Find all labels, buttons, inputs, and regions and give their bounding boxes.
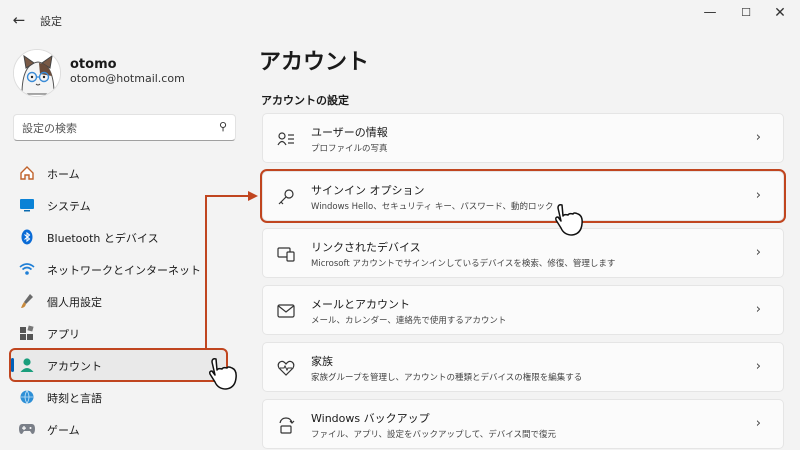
close-icon: ✕ (774, 5, 786, 21)
card-title: リンクされたデバイス (311, 241, 421, 254)
family-heart-icon (276, 358, 296, 378)
bluetooth-icon (18, 228, 36, 246)
card-windows-backup[interactable]: Windows バックアップ ファイル、アプリ、設定をバックアップして、デバイス… (262, 399, 784, 449)
sidebar-item-network[interactable]: ネットワークとインターネット (11, 254, 226, 284)
minimize-button[interactable]: — (698, 6, 722, 20)
sidebar-item-label: アカウント (47, 360, 102, 373)
home-icon (18, 164, 36, 182)
card-title: 家族 (311, 355, 333, 368)
apps-icon (18, 324, 36, 342)
card-title: メールとアカウント (311, 298, 410, 311)
card-description: Microsoft アカウントでサインインしているデバイスを検索、修復、管理しま… (311, 259, 616, 269)
sidebar-item-label: 個人用設定 (47, 296, 102, 309)
back-arrow-icon: ← (12, 11, 26, 29)
brush-icon (18, 292, 36, 310)
mail-icon (276, 301, 296, 321)
sidebar-item-label: ネットワークとインターネット (47, 264, 201, 277)
sidebar-item-accounts[interactable]: アカウント (9, 348, 228, 382)
card-description: ファイル、アプリ、設定をバックアップして、デバイス間で復元 (311, 430, 557, 440)
sidebar-item-system[interactable]: システム (11, 190, 226, 220)
card-description: プロファイルの写真 (311, 144, 388, 154)
avatar[interactable] (13, 49, 61, 97)
card-description: メール、カレンダー、連絡先で使用するアカウント (311, 316, 507, 326)
sidebar-item-label: ゲーム (47, 424, 80, 437)
page-title: アカウント (259, 50, 370, 75)
card-description: 家族グループを管理し、アカウントの種類とデバイスの権限を編集する (311, 373, 583, 383)
globe-clock-icon (18, 388, 36, 406)
back-button[interactable]: ← (8, 9, 30, 31)
card-email-accounts[interactable]: メールとアカウント メール、カレンダー、連絡先で使用するアカウント › (262, 285, 784, 335)
chevron-right-icon: › (755, 245, 761, 260)
wifi-icon (18, 260, 36, 278)
sidebar-item-apps[interactable]: アプリ (11, 318, 226, 348)
user-info-icon (276, 129, 296, 149)
sidebar-item-time-language[interactable]: 時刻と言語 (11, 382, 226, 412)
sidebar-item-gaming[interactable]: ゲーム (11, 414, 226, 444)
selection-indicator (11, 358, 14, 372)
chevron-right-icon: › (755, 359, 761, 374)
user-email: otomo@hotmail.com (70, 72, 185, 85)
section-title: アカウントの設定 (261, 94, 349, 107)
card-title: サインイン オプション (311, 184, 425, 197)
sidebar-item-personalization[interactable]: 個人用設定 (11, 286, 226, 316)
card-description: Windows Hello、セキュリティ キー、パスワード、動的ロック (311, 202, 554, 212)
chevron-right-icon: › (755, 188, 761, 203)
card-title: Windows バックアップ (311, 412, 430, 425)
search-input[interactable] (22, 120, 212, 136)
sidebar-item-label: Bluetooth とデバイス (47, 232, 159, 245)
minimize-icon: — (703, 5, 717, 20)
sidebar-item-home[interactable]: ホーム (11, 158, 226, 188)
sidebar-item-label: アプリ (47, 328, 80, 341)
sidebar-item-label: システム (47, 200, 91, 213)
card-family[interactable]: 家族 家族グループを管理し、アカウントの種類とデバイスの権限を編集する › (262, 342, 784, 392)
card-user-info[interactable]: ユーザーの情報 プロファイルの写真 › (262, 113, 784, 163)
user-name: otomo (70, 57, 117, 72)
close-button[interactable]: ✕ (768, 6, 792, 20)
card-linked-devices[interactable]: リンクされたデバイス Microsoft アカウントでサインインしているデバイス… (262, 228, 784, 278)
maximize-icon: ☐ (741, 6, 751, 19)
account-icon (18, 356, 36, 374)
chevron-right-icon: › (755, 416, 761, 431)
sidebar-item-label: ホーム (47, 168, 80, 181)
card-signin-options[interactable]: サインイン オプション Windows Hello、セキュリティ キー、パスワー… (260, 169, 786, 223)
search-box[interactable]: ⚲ (13, 114, 236, 141)
cat-avatar-icon (14, 50, 60, 96)
gamepad-icon (18, 420, 36, 438)
search-icon[interactable]: ⚲ (219, 120, 227, 133)
system-icon (18, 196, 36, 214)
sidebar-item-bluetooth[interactable]: Bluetooth とデバイス (11, 222, 226, 252)
backup-icon (276, 415, 296, 435)
key-icon (276, 187, 296, 207)
chevron-right-icon: › (755, 130, 761, 145)
card-title: ユーザーの情報 (311, 126, 388, 139)
title-bar: ← 設定 — ☐ ✕ (0, 0, 800, 40)
chevron-right-icon: › (755, 302, 761, 317)
maximize-button[interactable]: ☐ (734, 6, 758, 20)
linked-devices-icon (276, 244, 296, 264)
app-title: 設定 (40, 15, 62, 28)
sidebar-item-label: 時刻と言語 (47, 392, 102, 405)
